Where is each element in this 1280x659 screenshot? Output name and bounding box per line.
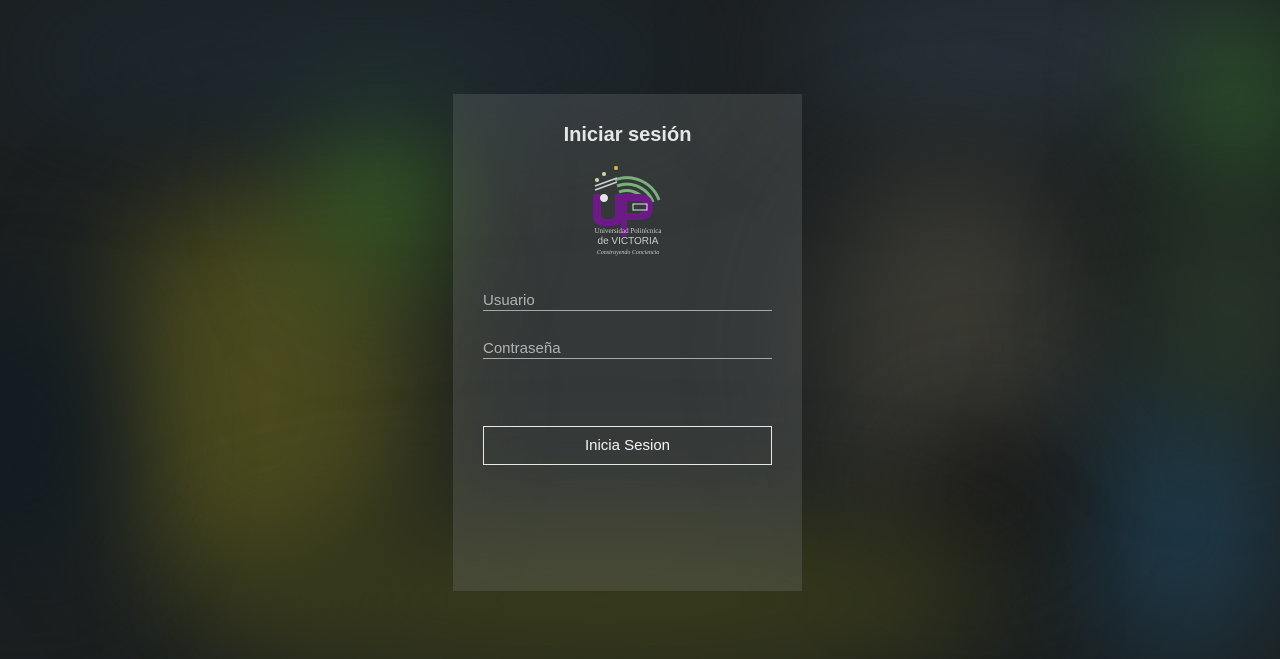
- login-card: Iniciar sesión Universidad Politécnica d…: [453, 94, 802, 591]
- username-field[interactable]: [483, 290, 772, 311]
- logo-tagline: Construyendo Conciencia: [597, 250, 660, 256]
- password-input[interactable]: [483, 338, 772, 358]
- logo-line1: Universidad Politécnica: [594, 227, 662, 235]
- university-logo: Universidad Politécnica de VICTORIA Cons…: [593, 166, 662, 256]
- username-input[interactable]: [483, 290, 772, 310]
- logo-line2: de VICTORIA: [598, 236, 659, 247]
- login-button[interactable]: Inicia Sesion: [483, 426, 772, 465]
- password-field[interactable]: [483, 338, 772, 359]
- login-title: Iniciar sesión: [563, 124, 692, 146]
